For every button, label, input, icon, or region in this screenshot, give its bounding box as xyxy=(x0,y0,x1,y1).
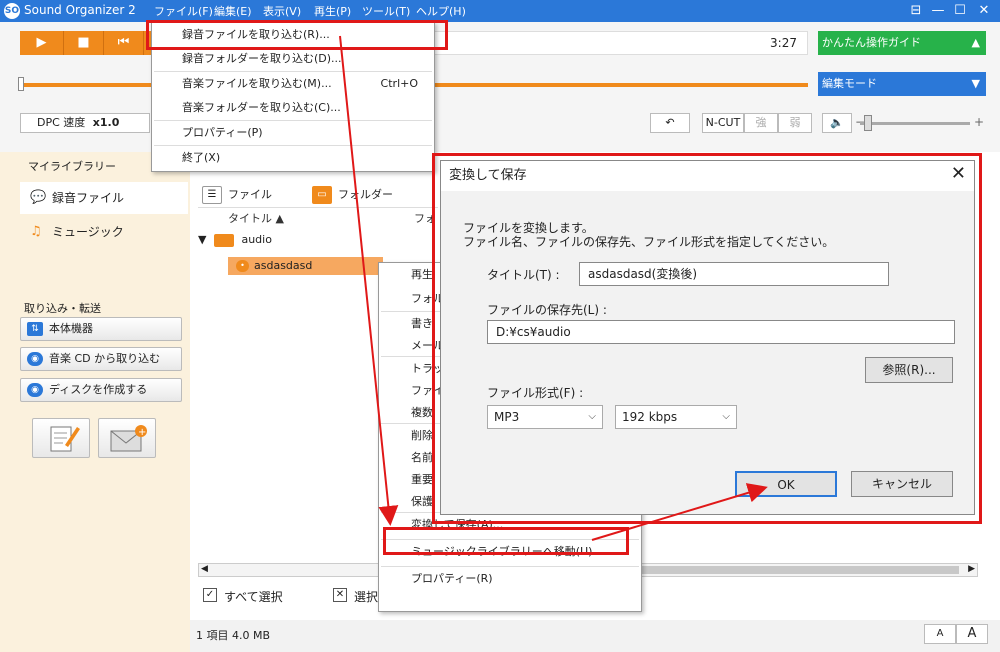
annotation-arrows xyxy=(339,35,768,541)
arrow-menu-to-convert xyxy=(339,35,399,526)
arrow-convert-to-ok xyxy=(591,483,768,541)
